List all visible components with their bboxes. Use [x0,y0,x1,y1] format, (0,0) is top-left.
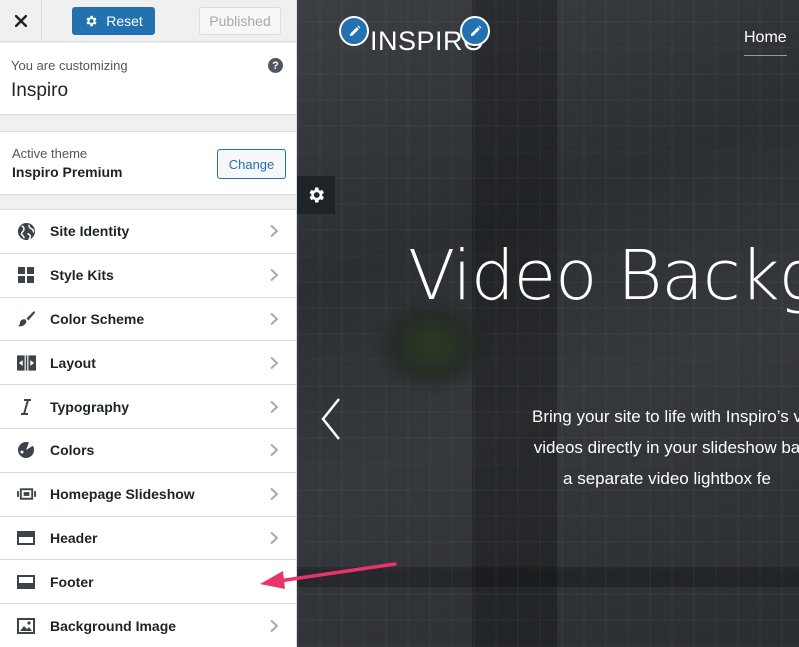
section-layout[interactable]: Layout [0,341,296,386]
site-name: Inspiro [11,80,69,101]
nav-home-link[interactable]: Home [744,29,787,56]
close-icon [14,15,27,27]
reset-button[interactable]: Reset [72,7,155,35]
active-theme-panel: Active theme Inspiro Premium Change [0,131,296,195]
section-style-kits[interactable]: Style Kits [0,253,296,298]
customizing-label: You are customizing [11,58,128,73]
section-label: Typography [50,398,130,415]
gear-icon [86,15,97,27]
hero-title: Video Backg [408,236,799,316]
section-color-scheme[interactable]: Color Scheme [0,297,296,342]
header-icon [16,528,36,548]
footer-icon [16,572,36,592]
chevron-right-icon [270,487,279,501]
site-preview: INSPIRO Home Video Backg Bring your site… [297,0,799,647]
annotation-arrow [260,562,397,589]
section-background-image[interactable]: Background Image [0,604,296,647]
globe-icon [16,221,36,241]
section-site-identity[interactable]: Site Identity [0,210,296,254]
edit-logo-shortcut[interactable] [339,16,369,46]
customizer-sidebar: Reset Published You are customizing Insp… [0,0,297,647]
section-label: Site Identity [50,223,130,240]
section-homepage-slideshow[interactable]: Homepage Slideshow [0,472,296,517]
close-button[interactable] [0,0,42,42]
chevron-right-icon [270,444,279,457]
help-icon[interactable]: ? [268,58,283,73]
customizing-info: You are customizing Inspiro ? [0,43,296,115]
chevron-right-icon [270,268,279,282]
edit-menu-shortcut[interactable] [460,16,490,46]
preview-settings-button[interactable] [297,176,335,214]
section-header[interactable]: Header [0,516,296,561]
brush-icon [16,309,36,329]
customizer-sections: Site Identity Style Kits Color Scheme La… [0,209,296,647]
chevron-right-icon [270,619,279,632]
section-label: Background Image [50,617,177,634]
chevron-right-icon [270,356,279,370]
chevron-right-icon [270,312,279,326]
section-label: Style Kits [50,267,114,284]
reset-label: Reset [106,13,143,29]
section-colors[interactable]: Colors [0,428,296,473]
section-label: Layout [50,354,96,371]
theme-name: Inspiro Premium [12,164,123,180]
active-theme-label: Active theme [12,146,88,161]
chevron-right-icon [270,225,279,238]
section-label: Header [50,529,98,546]
slides-icon [16,484,36,504]
change-theme-button[interactable]: Change [217,149,286,179]
pencil-icon [470,25,481,36]
section-label: Homepage Slideshow [50,486,195,503]
section-footer[interactable]: Footer [0,560,296,605]
chevron-right-icon [270,531,279,545]
hero-description: Bring your site to life with Inspiro’s v… [457,401,799,494]
hero-line: Bring your site to life with Inspiro’s v [532,407,799,426]
section-typography[interactable]: Typography [0,385,296,429]
layout-icon [16,353,36,373]
pencil-icon [349,25,360,36]
customizer-topbar: Reset Published [0,0,296,42]
hero-line: videos directly in your slideshow ba [533,438,799,457]
section-label: Color Scheme [50,310,145,327]
image-icon [16,616,36,636]
published-button[interactable]: Published [199,7,281,35]
grid-icon [16,265,36,285]
slideshow-prev-arrow[interactable] [319,397,343,441]
chevron-right-icon [270,400,279,413]
palette-icon [16,440,36,460]
italic-icon [16,397,36,417]
section-label: Footer [50,573,94,590]
hero-line: a separate video lightbox fe [563,469,771,488]
gear-icon [309,187,324,203]
section-label: Colors [50,442,95,459]
